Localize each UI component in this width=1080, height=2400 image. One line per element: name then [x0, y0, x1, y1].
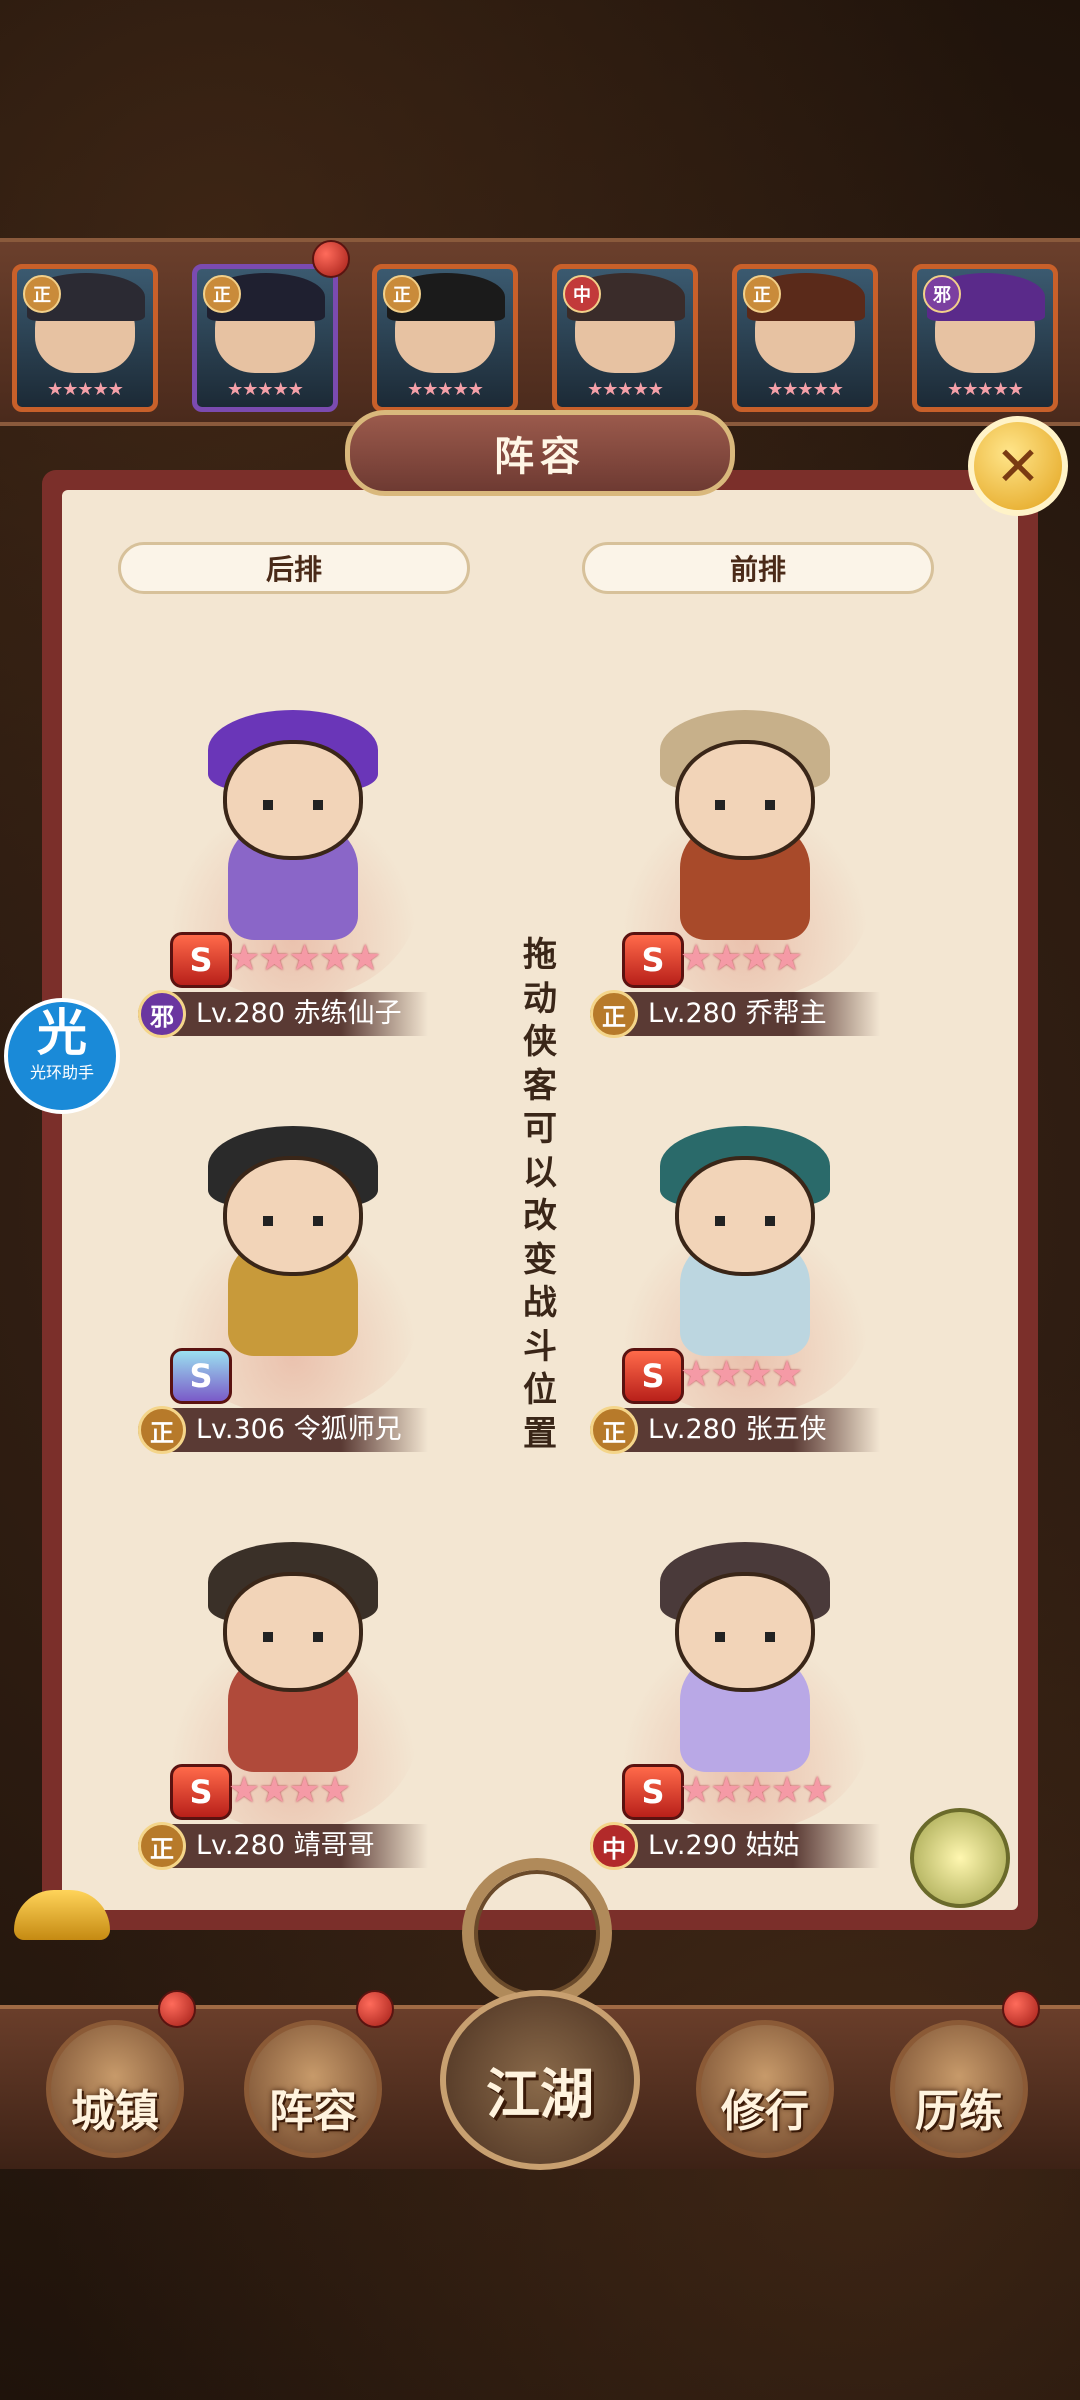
hero-slot[interactable]: S ★★★★ 正 Lv.280 张五侠 [580, 1096, 910, 1456]
roster-card[interactable]: 正 ★★★★★ [372, 264, 518, 412]
faction-badge: 中 [590, 1822, 638, 1870]
nav-cultivate-label: 修行 [721, 2086, 809, 2137]
hero-name-bar: 正 Lv.280 靖哥哥 [138, 1822, 428, 1870]
hero-slot[interactable]: S ★★★★★ 邪 Lv.280 赤练仙子 [128, 680, 458, 1040]
faction-badge: 邪 [138, 990, 186, 1038]
hero-level-name: Lv.280 赤练仙子 [196, 998, 402, 1029]
roster-card[interactable]: 中 ★★★★★ [552, 264, 698, 412]
halo-assistant-icon: 光 [37, 1004, 87, 1062]
hero-slot[interactable]: S ★★★★ 正 Lv.280 靖哥哥 [128, 1512, 458, 1872]
faction-badge: 中 [563, 275, 601, 313]
hero-level-name: Lv.280 张五侠 [648, 1414, 827, 1445]
hero-eyes [715, 1632, 775, 1642]
rank-s-icon: S [622, 932, 684, 988]
hero-name-bar: 正 Lv.280 乔帮主 [590, 990, 880, 1038]
star-rating: ★★★★★ [227, 379, 304, 400]
star-rating: ★★★★ [228, 1770, 351, 1811]
halo-assistant-label: 光环助手 [29, 1063, 94, 1082]
halo-assistant-button[interactable]: 光 光环助手 [4, 998, 120, 1114]
star-rating: ★★★★★ [587, 379, 664, 400]
star-rating: ★★★★★ [407, 379, 484, 400]
faction-badge: 正 [138, 1822, 186, 1870]
faction-badge: 正 [138, 1406, 186, 1454]
roster-strip: 正 ★★★★★ 正 ★★★★★ 正 ★★★★★ 中 ★★★★★ 正 ★★★★★ … [0, 238, 1080, 426]
nav-town-label: 城镇 [71, 2086, 159, 2137]
faction-badge: 邪 [923, 275, 961, 313]
back-row-label: 后排 [118, 542, 470, 594]
roster-card[interactable]: 正 ★★★★★ [12, 264, 158, 412]
rank-s-icon: S [170, 932, 232, 988]
hero-eyes [263, 800, 323, 810]
panel-title: 阵容 [345, 410, 735, 496]
hero-name-bar: 正 Lv.306 令狐师兄 [138, 1406, 428, 1454]
faction-badge: 正 [743, 275, 781, 313]
rank-s-icon: S [622, 1764, 684, 1820]
hero-slot[interactable]: S ★★★★★ 中 Lv.290 姑姑 [580, 1512, 910, 1872]
star-rating: ★★★★ [680, 1354, 803, 1395]
faction-badge: 正 [590, 990, 638, 1038]
close-button[interactable]: ✕ [968, 416, 1068, 516]
faction-badge: 正 [590, 1406, 638, 1454]
star-rating: ★★★★★ [228, 938, 381, 979]
roster-card[interactable]: 正 ★★★★★ [732, 264, 878, 412]
hero-level-name: Lv.290 姑姑 [648, 1830, 800, 1861]
star-rating: ★★★★★ [47, 379, 124, 400]
notification-dot [158, 1990, 196, 2028]
hero-eyes [715, 1216, 775, 1226]
roster-card[interactable]: 正 ★★★★★ [192, 264, 338, 412]
hero-slot[interactable]: S 正 Lv.306 令狐师兄 [128, 1096, 458, 1456]
hero-eyes [263, 1632, 323, 1642]
roster-card[interactable]: 邪 ★★★★★ [912, 264, 1058, 412]
nav-train-label: 历练 [915, 2086, 1003, 2137]
hero-eyes [715, 800, 775, 810]
drag-hint-text: 拖动侠客可以改变战斗位置 [523, 935, 557, 1454]
star-rating: ★★★★★ [680, 1770, 833, 1811]
star-rating: ★★★★★ [767, 379, 844, 400]
faction-badge: 正 [203, 275, 241, 313]
hero-level-name: Lv.280 乔帮主 [648, 998, 827, 1029]
notification-dot [312, 240, 350, 278]
hero-name-bar: 正 Lv.280 张五侠 [590, 1406, 880, 1454]
hero-level-name: Lv.306 令狐师兄 [196, 1414, 402, 1445]
hero-slot[interactable]: S ★★★★ 正 Lv.280 乔帮主 [580, 680, 910, 1040]
notification-dot [356, 1990, 394, 2028]
star-rating: ★★★★ [680, 938, 803, 979]
star-rating: ★★★★★ [947, 379, 1024, 400]
hero-name-bar: 中 Lv.290 姑姑 [590, 1822, 880, 1870]
rank-s-icon: S [622, 1348, 684, 1404]
close-icon: ✕ [995, 434, 1041, 498]
fan-icon[interactable] [910, 1808, 1010, 1908]
hero-level-name: Lv.280 靖哥哥 [196, 1830, 375, 1861]
rank-s-icon: S [170, 1348, 232, 1404]
faction-badge: 正 [383, 275, 421, 313]
ring-ornament-icon [462, 1858, 612, 2008]
notification-dot [1002, 1990, 1040, 2028]
faction-badge: 正 [23, 275, 61, 313]
nav-jianghu-label: 江湖 [486, 2063, 594, 2126]
hero-name-bar: 邪 Lv.280 赤练仙子 [138, 990, 428, 1038]
rank-s-icon: S [170, 1764, 232, 1820]
hero-eyes [263, 1216, 323, 1226]
nav-lineup-label: 阵容 [269, 2086, 357, 2137]
front-row-label: 前排 [582, 542, 934, 594]
